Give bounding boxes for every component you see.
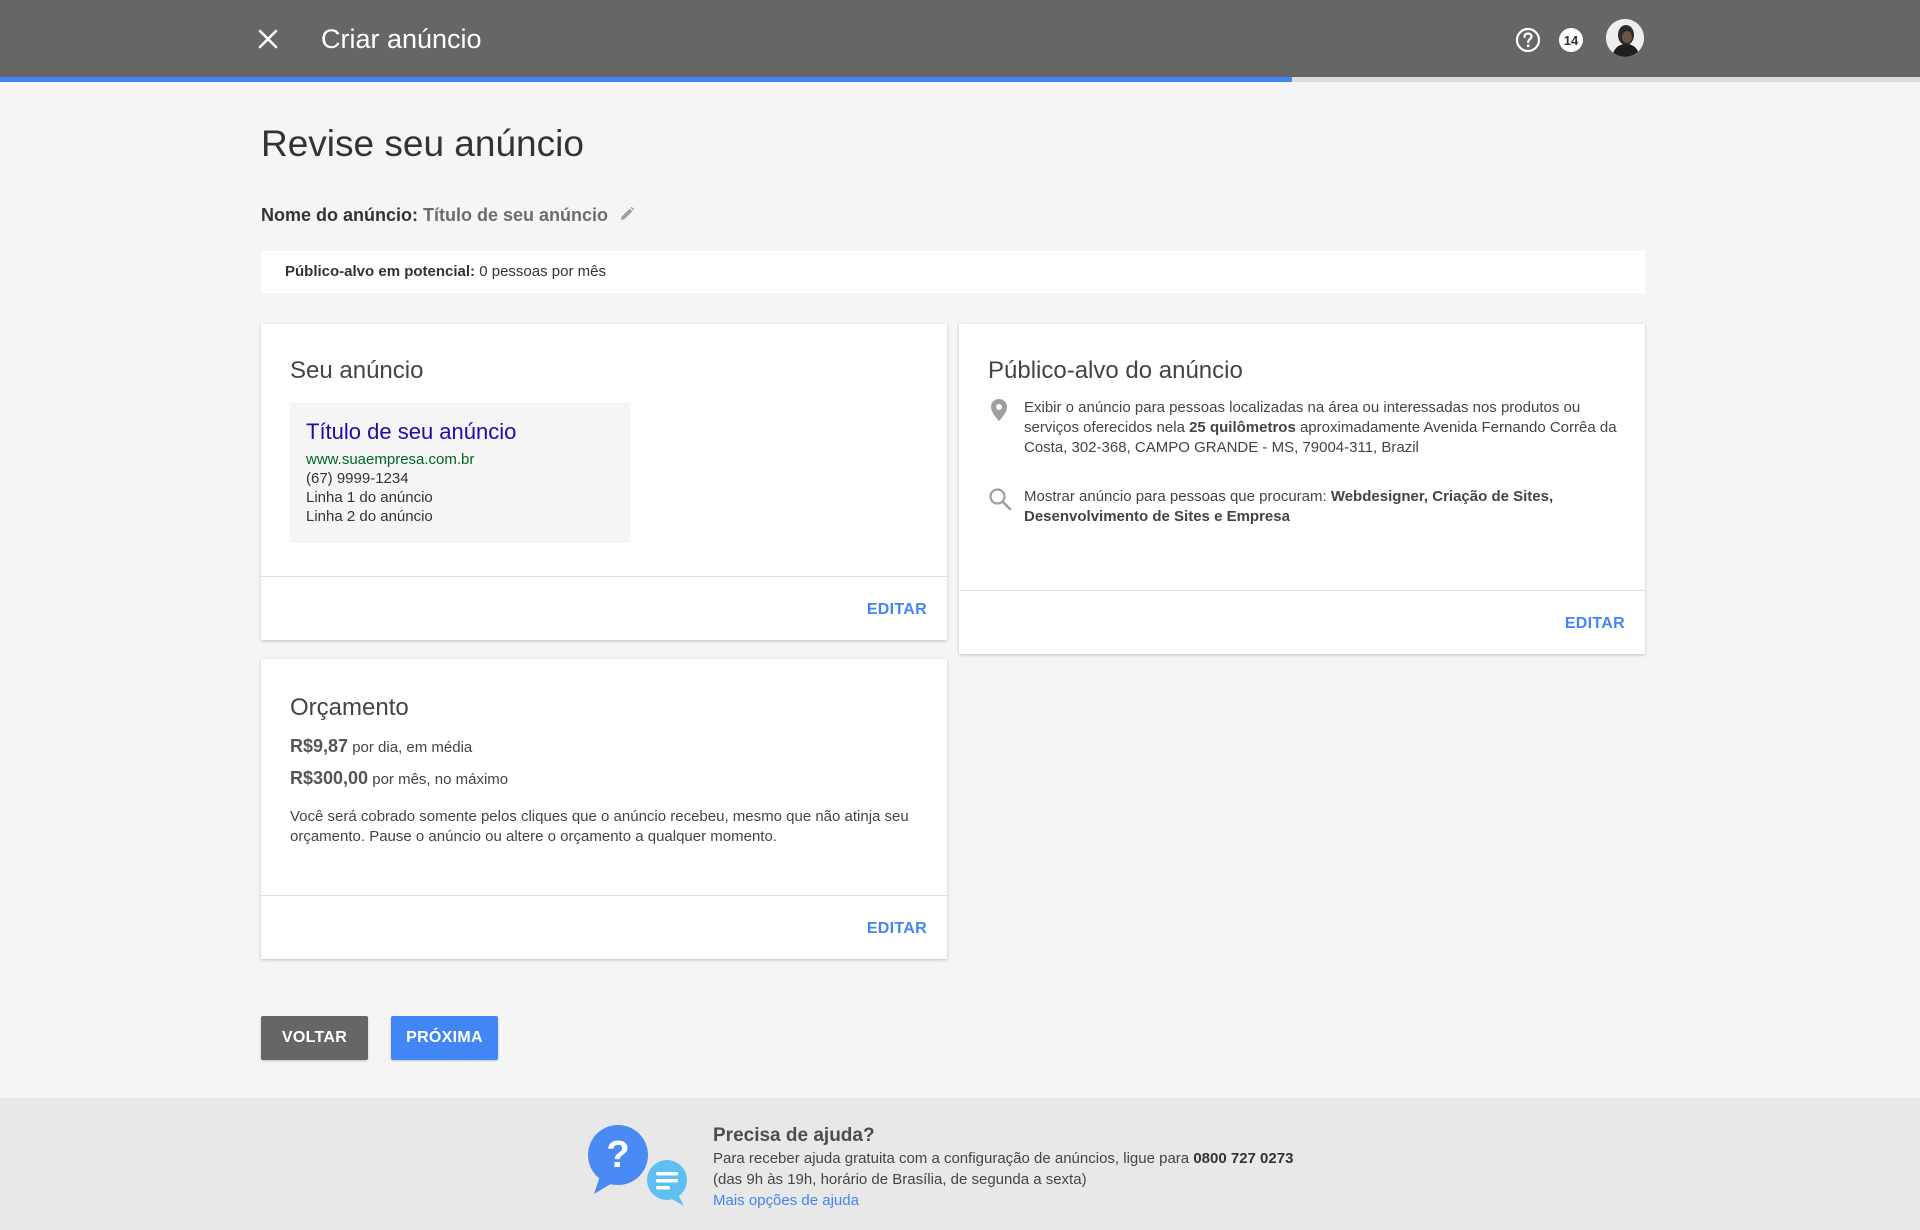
help-hours: (das 9h às 19h, horário de Brasília, de … (713, 1171, 1087, 1188)
help-line-1: Para receber ajuda gratuita com a config… (713, 1148, 1293, 1169)
daily-budget: R$9,87 por dia, em média (290, 736, 472, 757)
avatar[interactable] (1606, 19, 1644, 57)
audience-value: 0 pessoas por mês (479, 263, 606, 280)
monthly-text: por mês, no máximo (368, 771, 509, 788)
location-radius: 25 quilômetros (1189, 419, 1296, 436)
search-icon (988, 487, 1012, 517)
ad-card-title: Seu anúncio (290, 357, 424, 384)
edit-ad-button[interactable]: EDITAR (867, 601, 927, 619)
ad-preview-url: www.suaempresa.com.br (306, 451, 475, 468)
budget-card: Orçamento R$9,87 por dia, em média R$300… (261, 659, 947, 959)
card-divider (261, 576, 947, 577)
location-pin-icon (988, 398, 1010, 428)
help-footer: ? Precisa de ajuda? Para receber ajuda g… (0, 1098, 1920, 1230)
help-text: Para receber ajuda gratuita com a config… (713, 1150, 1194, 1167)
progress-bar-fill (0, 77, 1293, 82)
search-row: Mostrar anúncio para pessoas que procura… (988, 487, 1618, 529)
ad-name-value: Título de seu anúncio (423, 205, 609, 225)
top-app-bar: Criar anúncio 14 (0, 0, 1920, 77)
app-title: Criar anúncio (321, 24, 482, 54)
card-divider (959, 590, 1645, 591)
search-text-prefix: Mostrar anúncio para pessoas que procura… (1024, 488, 1331, 505)
ad-preview-phone: (67) 9999-1234 (306, 470, 409, 487)
edit-target-button[interactable]: EDITAR (1565, 615, 1625, 633)
target-card-title: Público-alvo do anúncio (988, 357, 1243, 384)
avatar-image (1606, 19, 1644, 57)
daily-amount: R$9,87 (290, 736, 349, 756)
monthly-budget: R$300,00 por mês, no máximo (290, 768, 508, 789)
help-button[interactable] (1514, 26, 1542, 54)
page-title: Revise seu anúncio (261, 123, 584, 164)
notification-badge[interactable]: 14 (1559, 28, 1583, 52)
pencil-icon (621, 207, 635, 221)
next-button[interactable]: PRÓXIMA (391, 1016, 498, 1060)
potential-audience-bar: Público-alvo em potencial: 0 pessoas por… (261, 251, 1645, 293)
help-footer-text: Precisa de ajuda? Para receber ajuda gra… (713, 1124, 1293, 1211)
budget-card-title: Orçamento (290, 694, 409, 721)
location-row: Exibir o anúncio para pessoas localizada… (988, 398, 1618, 460)
edit-budget-button[interactable]: EDITAR (867, 920, 927, 938)
back-button[interactable]: VOLTAR (261, 1016, 368, 1060)
target-card: Público-alvo do anúncio Exibir o anúncio… (959, 324, 1645, 654)
help-phone: 0800 727 0273 (1193, 1150, 1294, 1167)
close-icon (258, 29, 278, 49)
location-text: Exibir o anúncio para pessoas localizada… (1024, 398, 1624, 458)
ad-preview-line-2: Linha 2 do anúncio (306, 508, 433, 525)
ad-preview-headline: Título de seu anúncio (306, 419, 517, 444)
ad-preview-line-1: Linha 1 do anúncio (306, 489, 433, 506)
help-heading: Precisa de ajuda? (713, 1125, 875, 1146)
help-chat-icon: ? (586, 1122, 690, 1212)
card-divider (261, 895, 947, 896)
progress-bar (0, 77, 1920, 82)
edit-name-button[interactable] (619, 204, 635, 228)
ad-card: Seu anúncio Título de seu anúncio www.su… (261, 324, 947, 640)
close-button[interactable] (253, 24, 283, 54)
budget-note: Você será cobrado somente pelos cliques … (290, 808, 909, 845)
audience-label: Público-alvo em potencial: (285, 263, 476, 280)
monthly-amount: R$300,00 (290, 768, 369, 788)
search-text: Mostrar anúncio para pessoas que procura… (1024, 487, 1624, 527)
more-help-link[interactable]: Mais opções de ajuda (713, 1190, 1293, 1211)
ad-name-row: Nome do anúncio: Título de seu anúncio (261, 203, 635, 228)
help-icon (1515, 27, 1541, 53)
svg-text:?: ? (606, 1134, 629, 1176)
ad-preview: Título de seu anúncio www.suaempresa.com… (290, 403, 630, 543)
daily-text: por dia, em média (348, 739, 473, 756)
ad-name-label: Nome do anúncio: (261, 205, 418, 225)
